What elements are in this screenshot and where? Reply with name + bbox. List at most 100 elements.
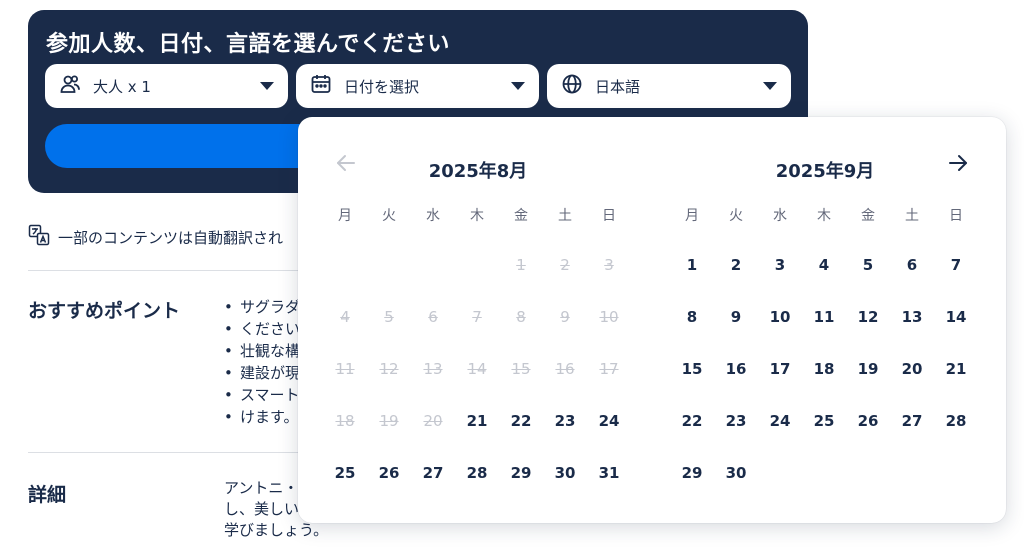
people-icon bbox=[59, 73, 81, 99]
calendar-day[interactable]: 1 bbox=[670, 239, 714, 291]
weekday-label: 火 bbox=[382, 208, 396, 224]
calendar-day[interactable]: 24 bbox=[587, 395, 631, 447]
calendar-day[interactable]: 21 bbox=[934, 343, 978, 395]
language-selector[interactable]: 日本語 bbox=[547, 64, 791, 108]
calendar-day[interactable]: 24 bbox=[758, 395, 802, 447]
weekday-label: 火 bbox=[729, 208, 743, 224]
calendar-day[interactable]: 2 bbox=[714, 239, 758, 291]
calendar-day[interactable]: 5 bbox=[846, 239, 890, 291]
calendar-day[interactable]: 28 bbox=[455, 447, 499, 499]
details-heading: 詳細 bbox=[28, 484, 67, 506]
calendar-day[interactable]: 12 bbox=[846, 291, 890, 343]
calendar-day[interactable]: 10 bbox=[758, 291, 802, 343]
weekday-label: 金 bbox=[514, 208, 528, 224]
list-item: 壮観な構 bbox=[224, 340, 304, 362]
weekday-header: 月火水木金土日 bbox=[323, 205, 633, 225]
globe-icon bbox=[561, 73, 583, 99]
calendar-day[interactable]: 14 bbox=[934, 291, 978, 343]
day-grid: 1 2 3 4 5 6 7 8 9 10 11 12 13 14 15 16 17 18 19 20 21 22 23 24 2… bbox=[670, 239, 980, 499]
calendar-day[interactable]: 28 bbox=[934, 395, 978, 447]
list-item: 建設が現 bbox=[224, 362, 304, 384]
month-title: 2025年8月 bbox=[428, 161, 528, 182]
calendar-day[interactable]: 21 bbox=[455, 395, 499, 447]
weekday-label: 月 bbox=[685, 208, 699, 224]
calendar-day[interactable]: 31 bbox=[587, 447, 631, 499]
calendar-day-disabled: 10 bbox=[599, 308, 619, 326]
month-title: 2025年9月 bbox=[775, 161, 875, 182]
calendar-day[interactable]: 11 bbox=[802, 291, 846, 343]
translate-icon bbox=[28, 224, 50, 250]
calendar-day[interactable]: 29 bbox=[670, 447, 714, 499]
calendar-day[interactable]: 25 bbox=[323, 447, 367, 499]
calendar-day[interactable]: 8 bbox=[670, 291, 714, 343]
highlights-list: サグラダ ください 壮観な構 建設が現 スマート けます。 bbox=[224, 296, 304, 428]
calendar-day[interactable]: 30 bbox=[714, 447, 758, 499]
chevron-down-icon bbox=[763, 82, 777, 90]
weekday-label: 木 bbox=[817, 208, 831, 224]
calendar-day[interactable]: 13 bbox=[890, 291, 934, 343]
calendar-day[interactable]: 20 bbox=[890, 343, 934, 395]
calendar-day-disabled: 16 bbox=[555, 360, 575, 378]
calendar-day[interactable]: 27 bbox=[411, 447, 455, 499]
date-selector[interactable]: 日付を選択 bbox=[296, 64, 539, 108]
calendar-day-disabled: 7 bbox=[472, 308, 482, 326]
calendar-day[interactable]: 23 bbox=[714, 395, 758, 447]
calendar-day[interactable]: 9 bbox=[714, 291, 758, 343]
calendar-day[interactable]: 23 bbox=[543, 395, 587, 447]
calendar-icon bbox=[310, 73, 332, 99]
divider bbox=[28, 452, 298, 453]
participants-selector[interactable]: 大人 x 1 bbox=[45, 64, 288, 108]
calendar-day-disabled: 19 bbox=[379, 412, 399, 430]
weekday-header: 月火水木金土日 bbox=[670, 205, 980, 225]
calendar-day[interactable]: 16 bbox=[714, 343, 758, 395]
weekday-label: 水 bbox=[773, 208, 787, 224]
calendar-day-disabled: 12 bbox=[379, 360, 399, 378]
calendar-day[interactable]: 6 bbox=[890, 239, 934, 291]
calendar-day[interactable]: 18 bbox=[802, 343, 846, 395]
calendar-day-disabled: 5 bbox=[384, 308, 394, 326]
calendar-day-disabled: 18 bbox=[335, 412, 355, 430]
calendar-day[interactable]: 7 bbox=[934, 239, 978, 291]
translation-note-text: 一部のコンテンツは自動翻訳され bbox=[58, 228, 284, 247]
calendar-day[interactable]: 19 bbox=[846, 343, 890, 395]
calendar-day-disabled: 14 bbox=[467, 360, 487, 378]
calendar-day[interactable]: 26 bbox=[846, 395, 890, 447]
weekday-label: 日 bbox=[602, 208, 616, 224]
calendar-day[interactable]: 17 bbox=[758, 343, 802, 395]
calendar-day-disabled: 6 bbox=[428, 308, 438, 326]
calendar-day[interactable]: 22 bbox=[670, 395, 714, 447]
weekday-label: 月 bbox=[338, 208, 352, 224]
calendar-day-disabled: 17 bbox=[599, 360, 619, 378]
calendar-day[interactable]: 30 bbox=[543, 447, 587, 499]
calendar-day-disabled: 3 bbox=[604, 256, 614, 274]
calendar-day-disabled: 13 bbox=[423, 360, 443, 378]
calendar-day[interactable]: 15 bbox=[670, 343, 714, 395]
list-item: スマート bbox=[224, 384, 304, 406]
chevron-down-icon bbox=[260, 82, 274, 90]
calendar-day-disabled: 8 bbox=[516, 308, 526, 326]
calendar-day[interactable]: 4 bbox=[802, 239, 846, 291]
weekday-label: 土 bbox=[905, 208, 919, 224]
calendar-day[interactable]: 22 bbox=[499, 395, 543, 447]
divider bbox=[28, 270, 298, 271]
date-label: 日付を選択 bbox=[344, 77, 420, 96]
translation-note: 一部のコンテンツは自動翻訳され bbox=[28, 224, 283, 250]
calendar-day[interactable]: 29 bbox=[499, 447, 543, 499]
calendar-day-disabled: 11 bbox=[335, 360, 355, 378]
calendar-popup: 2025年8月 月火水木金土日 1 2 3 4 5 6 7 8 9 10 11 12 13 14 15 16 1… bbox=[298, 117, 1006, 523]
weekday-label: 水 bbox=[426, 208, 440, 224]
calendar-day[interactable]: 3 bbox=[758, 239, 802, 291]
highlights-heading: おすすめポイント bbox=[28, 300, 181, 322]
calendar-day[interactable]: 26 bbox=[367, 447, 411, 499]
day-grid: 1 2 3 4 5 6 7 8 9 10 11 12 13 14 15 16 17 18 19 20 21 22 23 24 2… bbox=[323, 239, 633, 499]
weekday-label: 金 bbox=[861, 208, 875, 224]
calendar-day[interactable]: 27 bbox=[890, 395, 934, 447]
list-item: サグラダ bbox=[224, 296, 304, 318]
calendar-day[interactable]: 25 bbox=[802, 395, 846, 447]
calendar-day-disabled: 4 bbox=[340, 308, 350, 326]
calendar-day-disabled: 20 bbox=[423, 412, 443, 430]
chevron-down-icon bbox=[511, 82, 525, 90]
participants-label: 大人 x 1 bbox=[93, 77, 151, 96]
weekday-label: 土 bbox=[558, 208, 572, 224]
language-label: 日本語 bbox=[595, 77, 641, 96]
